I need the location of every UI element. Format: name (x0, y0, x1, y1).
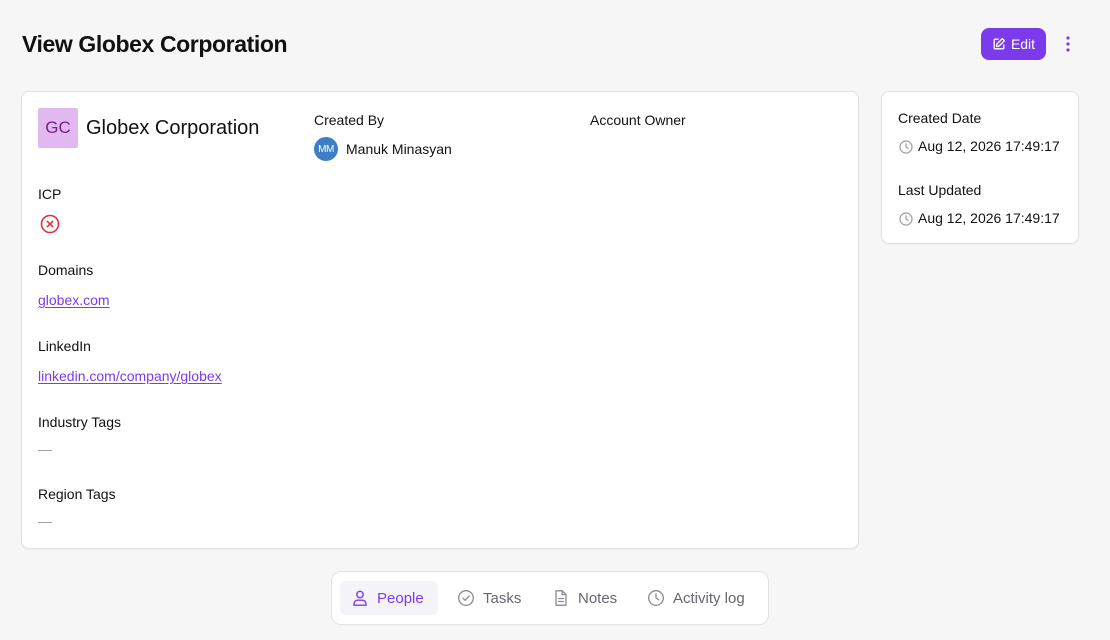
more-vertical-icon (1066, 36, 1070, 52)
clock-icon (899, 140, 913, 154)
account-owner-label: Account Owner (590, 112, 686, 128)
person-icon (353, 590, 367, 606)
edit-button[interactable]: Edit (981, 28, 1046, 60)
metadata-card: Created Date Aug 12, 2026 17:49:17 Last … (881, 91, 1079, 244)
company-details-card: GC Globex Corporation Created By MM Manu… (21, 91, 859, 549)
tab-people[interactable]: People (340, 581, 438, 615)
document-icon (555, 590, 567, 606)
company-avatar: GC (38, 108, 78, 148)
tab-tasks-label: Tasks (483, 589, 522, 607)
tab-activity-log-label: Activity log (673, 589, 745, 607)
last-updated-label: Last Updated (898, 182, 982, 198)
icp-label: ICP (38, 186, 62, 202)
more-options-button[interactable] (1058, 33, 1078, 55)
tab-people-label: People (377, 589, 424, 607)
domain-link[interactable]: globex.com (38, 291, 110, 309)
region-tags-label: Region Tags (38, 486, 116, 502)
created-by-label: Created By (314, 112, 385, 128)
tab-tasks[interactable]: Tasks (446, 581, 532, 615)
domains-label: Domains (38, 262, 94, 278)
region-tags-value: — (38, 513, 52, 529)
check-circle-icon (458, 590, 474, 606)
clock-icon (899, 212, 913, 226)
page-title: View Globex Corporation (22, 31, 288, 57)
tab-notes[interactable]: Notes (541, 581, 628, 615)
tab-activity-log[interactable]: Activity log (636, 581, 756, 615)
tabs-bar: People Tasks Notes Activity log (331, 571, 769, 625)
industry-tags-label: Industry Tags (38, 414, 122, 430)
created-by-name: Manuk Minasyan (346, 141, 452, 157)
tab-notes-label: Notes (578, 589, 618, 607)
company-name: Globex Corporation (86, 117, 260, 139)
edit-label: Edit (1010, 36, 1036, 52)
industry-tags-value: — (38, 441, 52, 457)
last-updated-value: Aug 12, 2026 17:49:17 (918, 210, 1060, 226)
x-circle-icon (40, 214, 60, 234)
created-date-label: Created Date (898, 110, 982, 126)
user-avatar: MM (314, 137, 338, 161)
linkedin-label: LinkedIn (38, 338, 91, 354)
page: View Globex Corporation Edit GC Globex C… (0, 0, 1110, 640)
created-date-value: Aug 12, 2026 17:49:17 (918, 138, 1060, 154)
clock-icon (648, 590, 664, 606)
linkedin-link[interactable]: linkedin.com/company/globex (38, 367, 222, 385)
edit-icon (993, 37, 1006, 50)
